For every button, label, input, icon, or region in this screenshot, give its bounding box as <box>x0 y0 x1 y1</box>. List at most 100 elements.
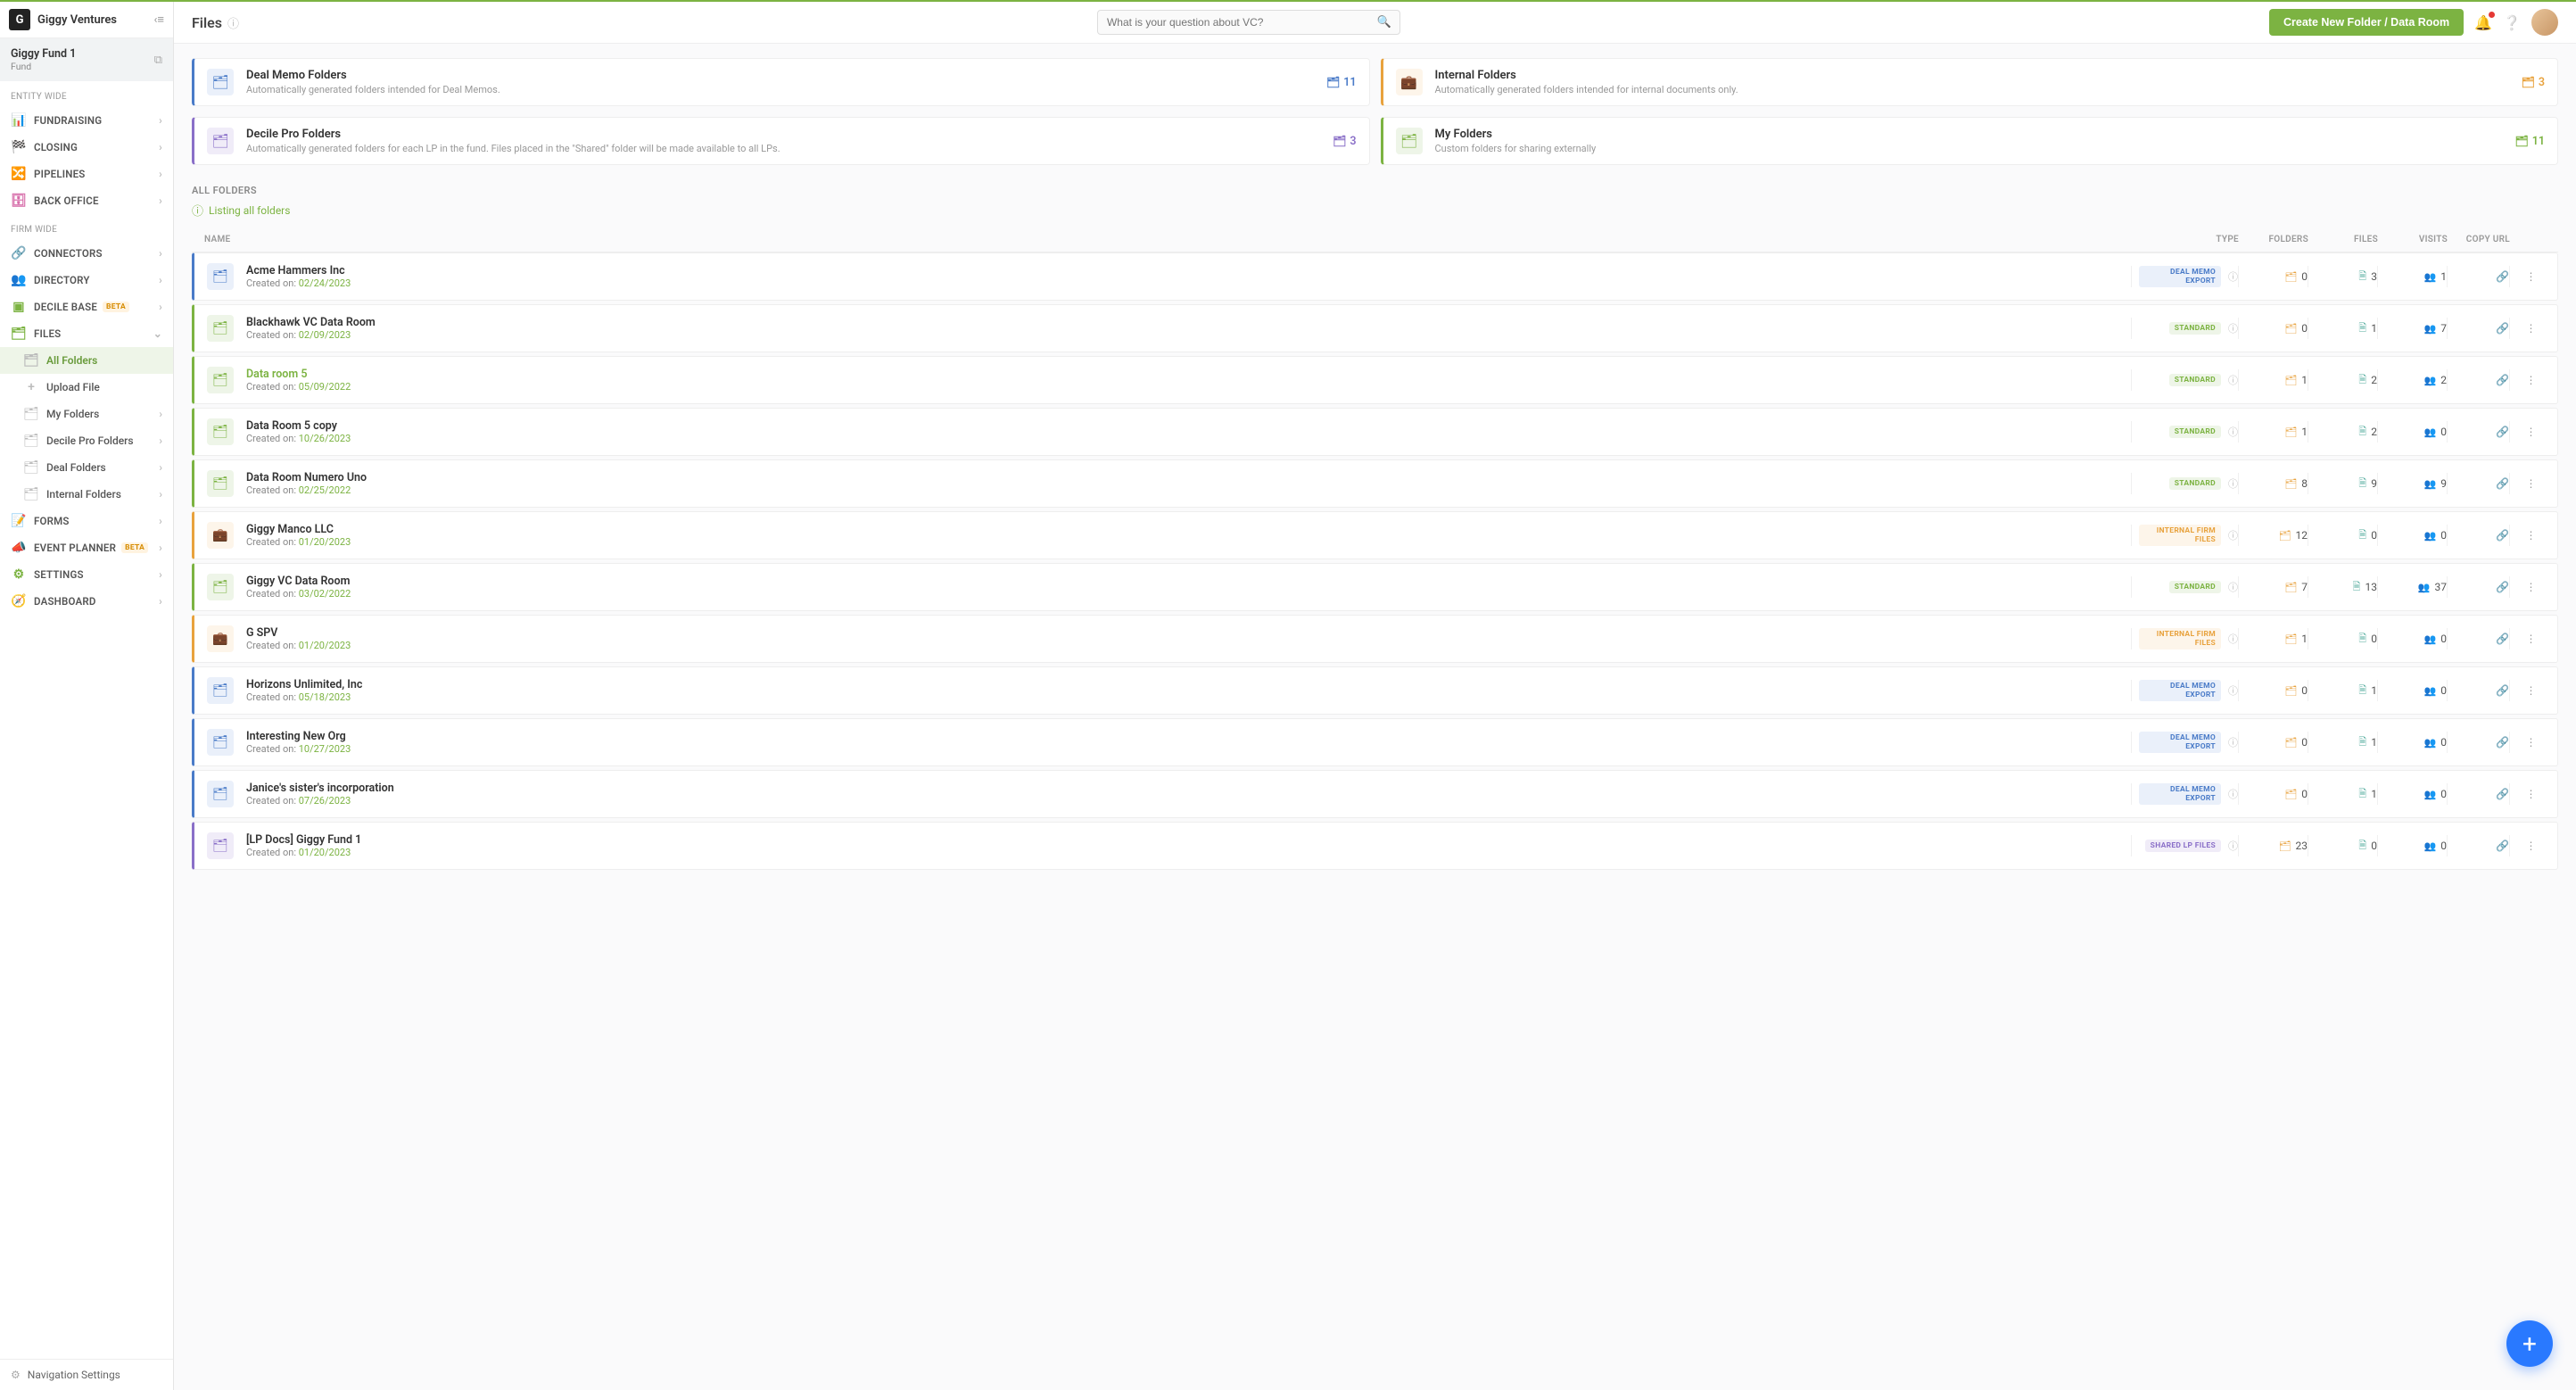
search-input[interactable] <box>1097 10 1400 35</box>
help-icon[interactable]: ❔ <box>2503 14 2521 31</box>
copy-url-cell[interactable]: 🔗 <box>2447 473 2509 494</box>
navigation-settings-link[interactable]: ⚙ Navigation Settings <box>0 1359 173 1390</box>
collapse-sidebar-icon[interactable]: ‹≡ <box>154 12 165 27</box>
info-icon[interactable]: ⓘ <box>2228 528 2238 542</box>
category-card-blue[interactable]: 🗂 Deal Memo Folders Automatically genera… <box>192 58 1370 106</box>
info-icon[interactable]: ⓘ <box>2228 580 2238 594</box>
row-menu-button[interactable]: ⋮ <box>2509 369 2545 391</box>
row-menu-button[interactable]: ⋮ <box>2509 835 2545 856</box>
folders-icon: 🗂 <box>2284 737 2297 749</box>
info-icon[interactable]: ⓘ <box>2228 425 2238 439</box>
notifications-icon[interactable]: 🔔 <box>2474 14 2492 31</box>
info-icon[interactable]: ⓘ <box>2228 735 2238 749</box>
sidebar-item-back-office[interactable]: 🗄BACK OFFICE› <box>0 187 173 214</box>
copy-url-cell[interactable]: 🔗 <box>2447 732 2509 753</box>
sidebar-item-forms[interactable]: 📝FORMS› <box>0 508 173 534</box>
row-menu-button[interactable]: ⋮ <box>2509 318 2545 339</box>
folders-count-cell: 🗂 1 <box>2238 628 2308 649</box>
visits-icon: 👥 <box>2424 426 2437 438</box>
info-icon[interactable]: ⓘ <box>2228 787 2238 801</box>
folder-row[interactable]: 🗂 [LP Docs] Giggy Fund 1 Created on: 01/… <box>192 822 2558 870</box>
sidebar-item-settings[interactable]: ⚙SETTINGS› <box>0 561 173 588</box>
sidebar-item-pipelines[interactable]: 🔀PIPELINES› <box>0 161 173 187</box>
files-icon: 🗎 <box>2358 734 2366 751</box>
category-card-green[interactable]: 🗂 My Folders Custom folders for sharing … <box>1381 117 2559 165</box>
info-icon[interactable]: ⓘ <box>2228 476 2238 491</box>
folder-type-cell: DEAL MEMO EXPORT ⓘ <box>2131 783 2238 805</box>
row-menu-button[interactable]: ⋮ <box>2509 421 2545 443</box>
copy-url-cell[interactable]: 🔗 <box>2447 835 2509 856</box>
sidebar-item-files[interactable]: 🗂FILES⌄ <box>0 320 173 347</box>
category-card-orange[interactable]: 💼 Internal Folders Automatically generat… <box>1381 58 2559 106</box>
sidebar-item-internal-folders[interactable]: 🗂Internal Folders› <box>0 481 173 508</box>
folder-row[interactable]: 🗂 Giggy VC Data Room Created on: 03/02/2… <box>192 563 2558 611</box>
sidebar-item-label: DECILE BASE <box>34 301 97 313</box>
folder-row[interactable]: 🗂 Data Room 5 copy Created on: 10/26/202… <box>192 408 2558 456</box>
fab-add-button[interactable]: + <box>2506 1320 2553 1367</box>
folder-row[interactable]: 🗂 Blackhawk VC Data Room Created on: 02/… <box>192 304 2558 352</box>
folder-row[interactable]: 🗂 Interesting New Org Created on: 10/27/… <box>192 718 2558 766</box>
row-menu-button[interactable]: ⋮ <box>2509 628 2545 649</box>
folder-name: Interesting New Org <box>246 730 2131 743</box>
search-icon[interactable]: 🔍 <box>1377 16 1391 29</box>
row-menu-button[interactable]: ⋮ <box>2509 473 2545 494</box>
row-menu-button[interactable]: ⋮ <box>2509 732 2545 753</box>
copy-url-cell[interactable]: 🔗 <box>2447 525 2509 546</box>
company-logo[interactable]: G <box>9 9 30 30</box>
info-icon[interactable]: ⓘ <box>2228 321 2238 335</box>
folder-row[interactable]: 🗂 Data Room Numero Uno Created on: 02/25… <box>192 459 2558 508</box>
visits-count-cell: 👥 0 <box>2377 628 2447 649</box>
folders-count: 1 <box>2301 426 2308 438</box>
category-card-purple[interactable]: 🗂 Decile Pro Folders Automatically gener… <box>192 117 1370 165</box>
sidebar-item-label: DIRECTORY <box>34 274 90 286</box>
copy-icon[interactable]: ⧉ <box>154 54 162 67</box>
info-icon[interactable]: ⓘ <box>2228 683 2238 698</box>
sidebar-item-fundraising[interactable]: 📊FUNDRAISING› <box>0 107 173 134</box>
folder-created-date: 05/09/2022 <box>299 381 351 393</box>
sidebar-item-closing[interactable]: 🏁CLOSING› <box>0 134 173 161</box>
folder-row[interactable]: 🗂 Acme Hammers Inc Created on: 02/24/202… <box>192 252 2558 301</box>
sidebar-item-decile-base[interactable]: ▣DECILE BASEBETA› <box>0 294 173 320</box>
copy-url-cell[interactable]: 🔗 <box>2447 421 2509 443</box>
copy-url-cell[interactable]: 🔗 <box>2447 628 2509 649</box>
visits-count-cell: 👥 0 <box>2377 680 2447 701</box>
sidebar-item-upload-file[interactable]: +Upload File <box>0 374 173 401</box>
fund-selector[interactable]: Giggy Fund 1 Fund ⧉ <box>0 38 173 81</box>
folder-row[interactable]: 🗂 Janice's sister's incorporation Create… <box>192 770 2558 818</box>
user-avatar[interactable] <box>2531 9 2558 36</box>
type-badge: INTERNAL FIRM FILES <box>2139 525 2221 546</box>
sidebar-item-connectors[interactable]: 🔗CONNECTORS› <box>0 240 173 267</box>
sidebar-item-all-folders[interactable]: 🗂All Folders <box>0 347 173 374</box>
info-icon[interactable]: ⓘ <box>2228 269 2238 284</box>
row-menu-button[interactable]: ⋮ <box>2509 576 2545 598</box>
info-icon[interactable]: ⓘ <box>2228 839 2238 853</box>
info-icon[interactable]: ⓘ <box>2228 373 2238 387</box>
row-menu-button[interactable]: ⋮ <box>2509 525 2545 546</box>
copy-url-cell[interactable]: 🔗 <box>2447 783 2509 805</box>
files-count: 3 <box>2371 270 2377 283</box>
sidebar-item-event-planner[interactable]: 📣EVENT PLANNERBETA› <box>0 534 173 561</box>
row-menu-button[interactable]: ⋮ <box>2509 680 2545 701</box>
sidebar-item-deal-folders[interactable]: 🗂Deal Folders› <box>0 454 173 481</box>
sidebar-item-decile-pro-folders[interactable]: 🗂Decile Pro Folders› <box>0 427 173 454</box>
copy-url-cell[interactable]: 🔗 <box>2447 266 2509 287</box>
row-menu-button[interactable]: ⋮ <box>2509 266 2545 287</box>
sidebar-item-directory[interactable]: 👥DIRECTORY› <box>0 267 173 294</box>
copy-url-cell[interactable]: 🔗 <box>2447 576 2509 598</box>
folder-row[interactable]: 💼 Giggy Manco LLC Created on: 01/20/2023… <box>192 511 2558 559</box>
create-folder-button[interactable]: Create New Folder / Data Room <box>2269 9 2464 36</box>
all-folders-icon: 🗂 <box>23 353 39 368</box>
copy-url-cell[interactable]: 🔗 <box>2447 369 2509 391</box>
copy-url-cell[interactable]: 🔗 <box>2447 680 2509 701</box>
sidebar-item-my-folders[interactable]: 🗂My Folders› <box>0 401 173 427</box>
row-menu-button[interactable]: ⋮ <box>2509 783 2545 805</box>
folders-count-cell: 🗂 0 <box>2238 318 2308 339</box>
sidebar-item-dashboard[interactable]: 🧭DASHBOARD› <box>0 588 173 615</box>
copy-url-cell[interactable]: 🔗 <box>2447 318 2509 339</box>
folder-row[interactable]: 🗂 Data room 5 Created on: 05/09/2022 STA… <box>192 356 2558 404</box>
files-count: 1 <box>2371 788 2377 800</box>
info-icon[interactable]: ⓘ <box>2228 632 2238 646</box>
folder-row[interactable]: 💼 G SPV Created on: 01/20/2023 INTERNAL … <box>192 615 2558 663</box>
folder-row[interactable]: 🗂 Horizons Unlimited, Inc Created on: 05… <box>192 666 2558 715</box>
info-icon[interactable]: ⓘ <box>227 14 239 31</box>
